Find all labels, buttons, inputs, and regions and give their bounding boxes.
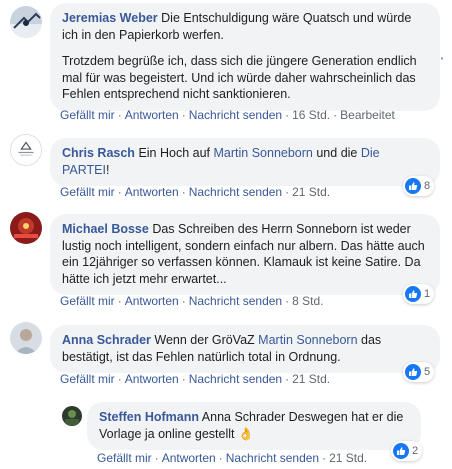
comment-actions: Gefällt mir · Antworten · Nachricht senden · 2… [97, 451, 368, 465]
reaction-count-value: 5 [424, 366, 431, 378]
reply-link[interactable]: Antworten [162, 451, 216, 465]
like-reaction-icon [405, 178, 421, 194]
comment-actions: Gefällt mir · Antworten · Nachricht senden · 1… [60, 108, 395, 122]
reaction-count[interactable]: 2 [391, 441, 423, 461]
more-options-icon[interactable]: · [440, 50, 445, 66]
mention-link[interactable]: Martin Sonneborn [258, 333, 357, 347]
reaction-count-value: 1 [424, 288, 431, 300]
send-message-link[interactable]: Nachricht senden [226, 451, 319, 465]
comment-text: Wenn der GröVaZ [154, 333, 255, 347]
avatar[interactable] [10, 6, 42, 38]
reaction-count-value: 8 [424, 180, 431, 192]
reaction-count[interactable]: 5 [403, 362, 435, 382]
comment-author[interactable]: Michael Bosse [62, 222, 149, 236]
timestamp[interactable]: 21 Std. [292, 185, 330, 199]
avatar-photo-icon [10, 322, 42, 354]
avatar-photo-icon [10, 212, 42, 244]
avatar[interactable] [10, 322, 42, 354]
like-reaction-icon [393, 443, 409, 459]
avatar[interactable] [10, 212, 42, 244]
like-link[interactable]: Gefällt mir [97, 451, 152, 465]
send-message-link[interactable]: Nachricht senden [189, 185, 282, 199]
reaction-count[interactable]: 8 [403, 176, 435, 196]
ok-hand-emoji: 👌 [238, 426, 254, 441]
comment-text: ! [106, 162, 110, 177]
send-message-link[interactable]: Nachricht senden [189, 294, 282, 308]
comment-author[interactable]: Anna Schrader [62, 333, 151, 347]
comment-actions: Gefällt mir · Antworten · Nachricht senden · 8… [60, 294, 324, 308]
send-message-link[interactable]: Nachricht senden [189, 108, 282, 122]
timestamp[interactable]: 21 Std. [329, 451, 367, 465]
like-link[interactable]: Gefällt mir [60, 185, 115, 199]
comment-author[interactable]: Jeremias Weber [62, 11, 158, 25]
comment-bubble: Steffen Hofmann Anna Schrader Deswegen h… [87, 402, 421, 450]
reaction-count-value: 2 [412, 445, 419, 457]
avatar-logo-icon [11, 135, 41, 165]
comment-bubble: Michael Bosse Das Schreiben des Herrn So… [50, 214, 440, 295]
like-reaction-icon [405, 286, 421, 302]
mention-link[interactable]: Martin Sonneborn [214, 146, 313, 160]
reply-link[interactable]: Antworten [125, 294, 179, 308]
comment-author[interactable]: Chris Rasch [62, 146, 135, 160]
comment-bubble: Jeremias Weber Die Entschuldigung wäre Q… [50, 3, 440, 111]
send-message-link[interactable]: Nachricht senden [189, 372, 282, 386]
comment-text: Ein Hoch auf [138, 146, 211, 160]
comment-text-paragraph: Trotzdem begrüße ich, dass sich die jüng… [62, 54, 417, 101]
timestamp[interactable]: 21 Std. [292, 372, 330, 386]
comment-text: und die [316, 146, 358, 160]
like-link[interactable]: Gefällt mir [60, 372, 115, 386]
comment-actions: Gefällt mir · Antworten · Nachricht senden · 2… [60, 185, 331, 199]
comment-bubble: Anna Schrader Wenn der GröVaZ Martin Son… [50, 325, 440, 373]
reaction-count[interactable]: 1 [403, 284, 435, 304]
avatar-photo-icon [62, 406, 82, 426]
like-reaction-icon [405, 364, 421, 380]
comment-author[interactable]: Steffen Hofmann [99, 410, 199, 424]
avatar[interactable] [62, 406, 82, 426]
avatar[interactable] [10, 134, 42, 166]
reply-link[interactable]: Antworten [125, 372, 179, 386]
avatar-photo-icon [10, 6, 42, 38]
timestamp[interactable]: 8 Std. [292, 294, 323, 308]
timestamp[interactable]: 16 Std. [292, 108, 330, 122]
like-link[interactable]: Gefällt mir [60, 294, 115, 308]
edited-label[interactable]: Bearbeitet [340, 108, 395, 122]
comment-actions: Gefällt mir · Antworten · Nachricht senden · 2… [60, 372, 331, 386]
reply-link[interactable]: Antworten [125, 185, 179, 199]
reply-link[interactable]: Antworten [125, 108, 179, 122]
like-link[interactable]: Gefällt mir [60, 108, 115, 122]
comment-bubble: Chris Rasch Ein Hoch auf Martin Sonnebor… [50, 138, 440, 186]
